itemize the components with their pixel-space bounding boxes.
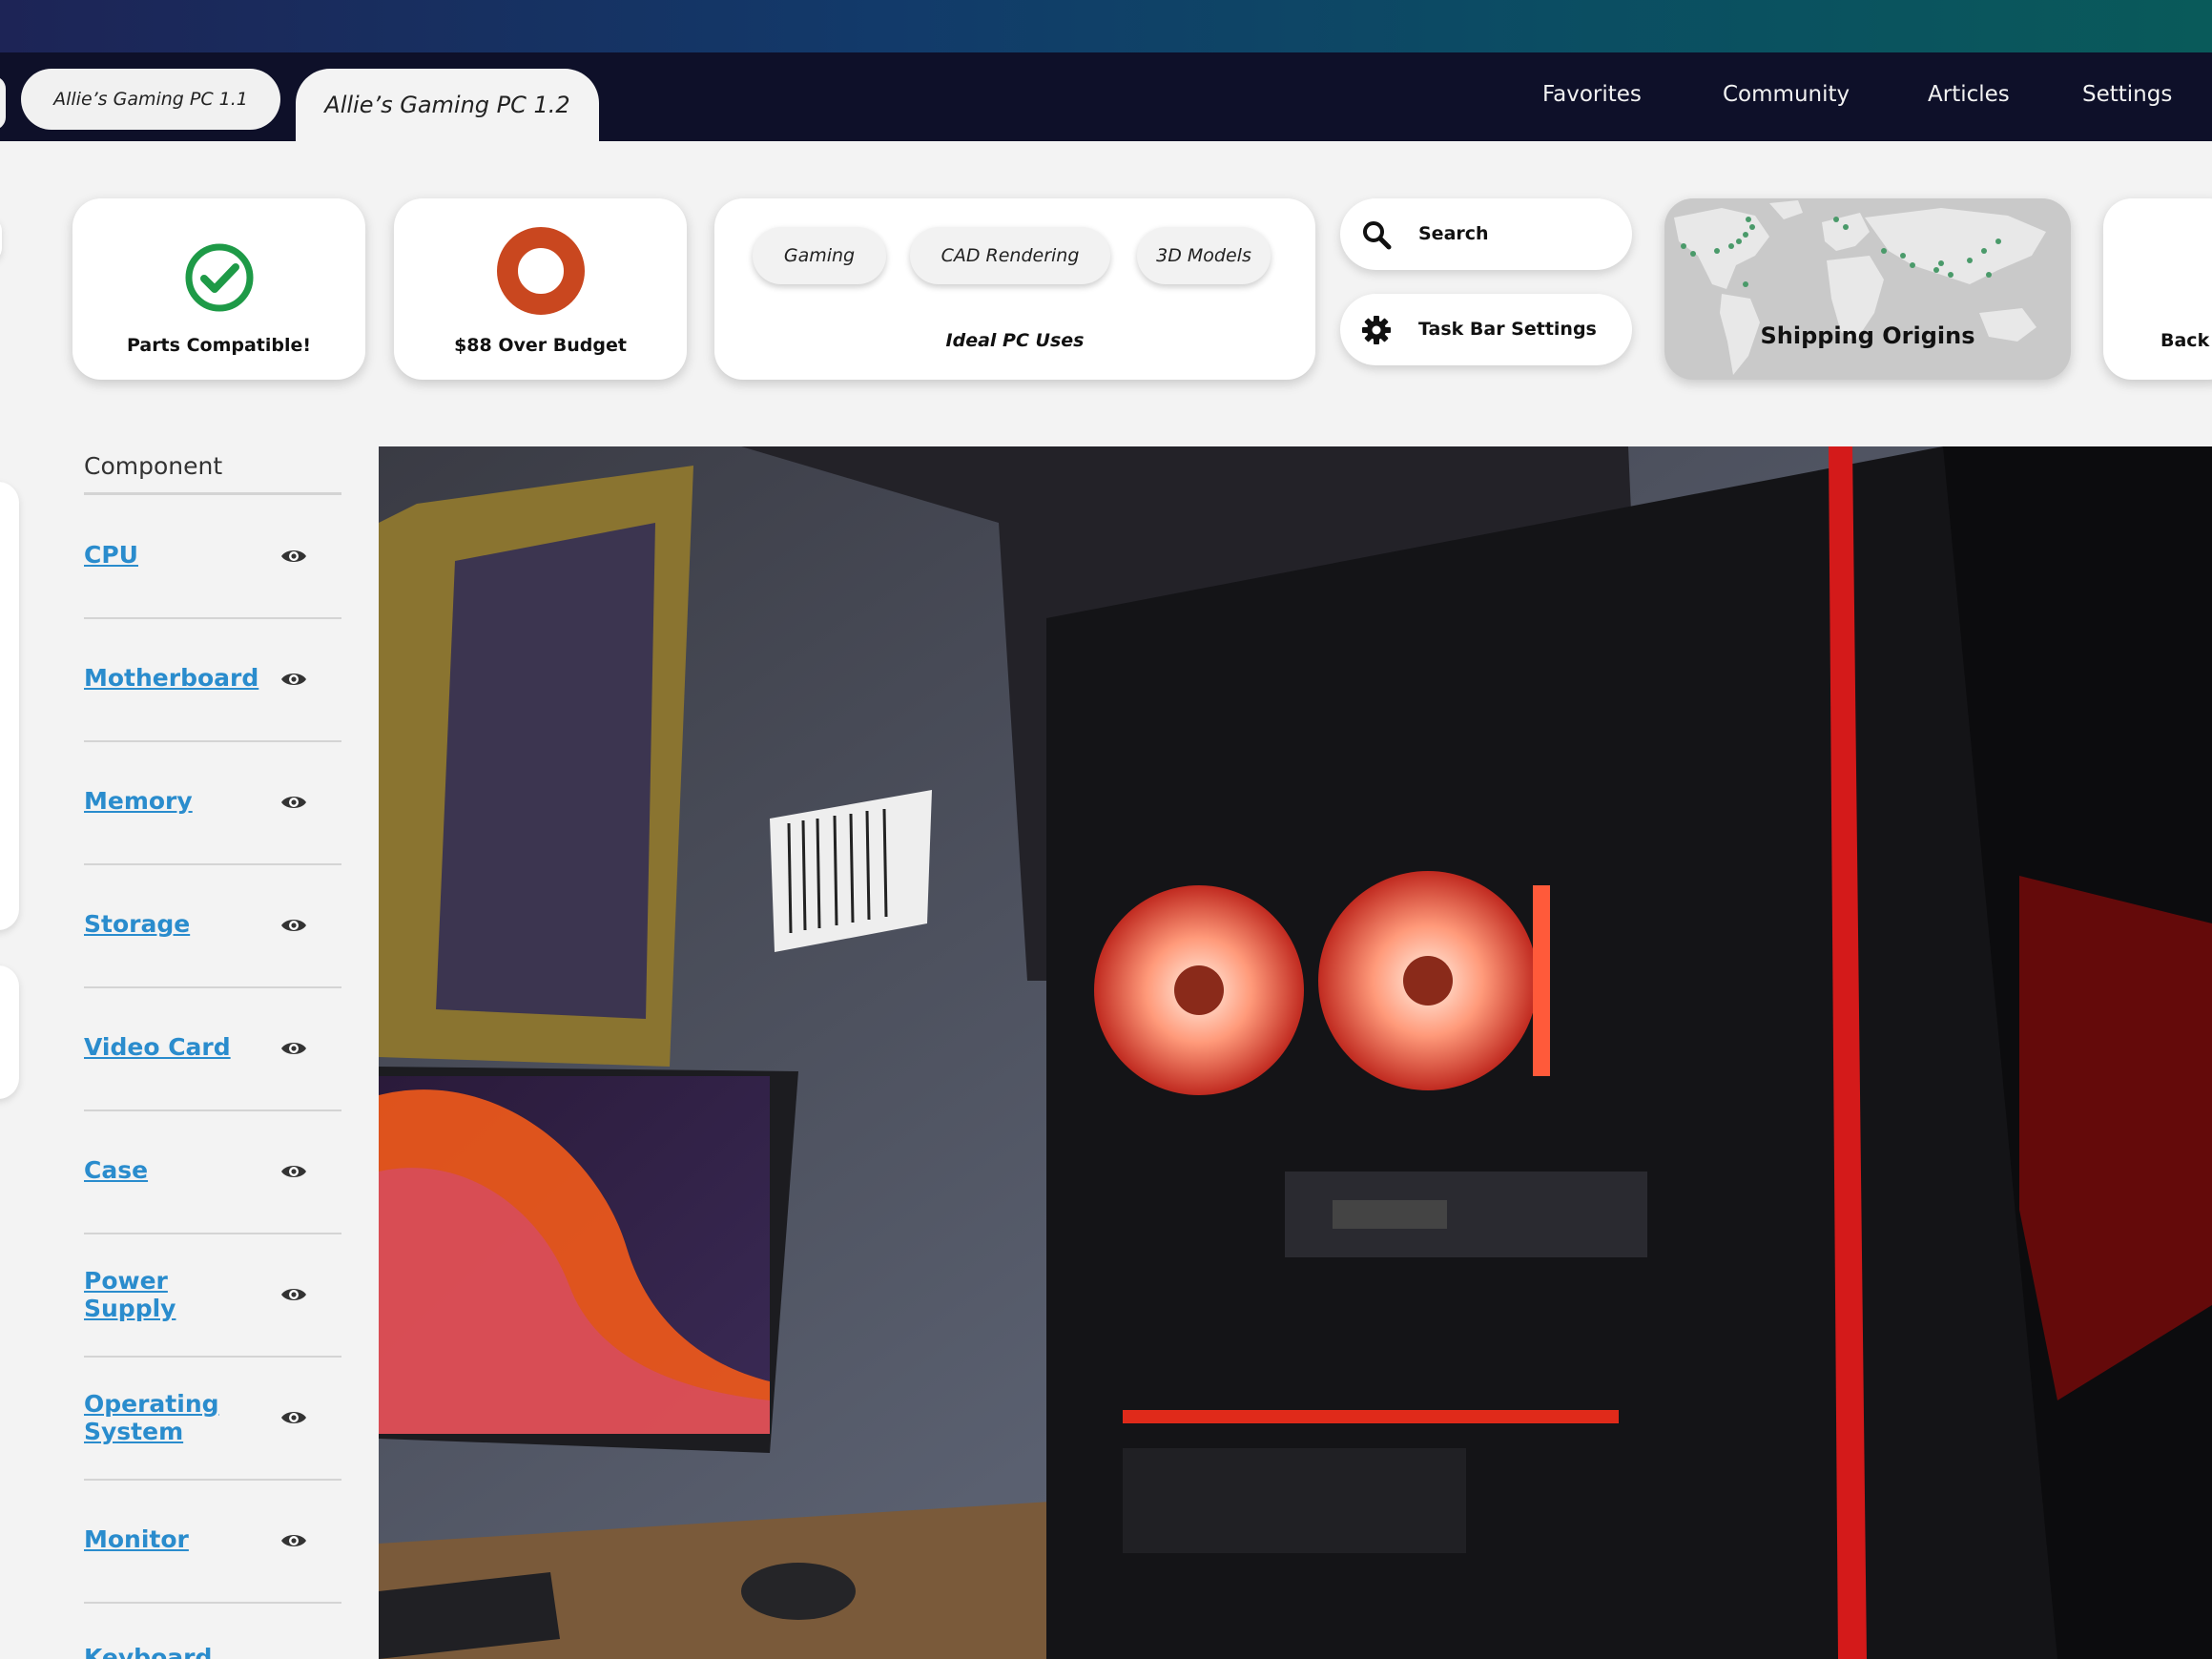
eye-icon[interactable] [280,1408,307,1427]
component-link-case[interactable]: Case [84,1156,256,1184]
world-map-image [1674,200,2046,375]
budget-label: $88 Over Budget [454,335,627,356]
eye-icon[interactable] [280,670,307,689]
use-tag-label: 3D Models [1156,245,1251,266]
tab-overflow-left[interactable] [0,76,6,130]
component-link-storage[interactable]: Storage [84,910,256,938]
ideal-uses-label: Ideal PC Uses [945,330,1085,351]
nav-articles[interactable]: Articles [1928,82,2010,107]
component-row-memory: Memory [84,740,341,865]
eye-icon[interactable] [280,1531,307,1550]
search-label: Search [1418,223,1489,244]
parts-compatible-card[interactable]: Parts Compatible! [72,198,365,380]
component-link-power-supply[interactable]: Power Supply [84,1267,227,1322]
collapsed-panel-left[interactable] [0,482,19,930]
check-circle-icon [185,243,254,312]
parts-compatible-label: Parts Compatible! [126,335,312,356]
tab-label: Allie’s Gaming PC 1.2 [324,92,570,118]
component-header: Component [84,452,223,480]
shipping-origins-label: Shipping Origins [1760,322,1975,349]
pc-build-render-image [379,446,2212,1659]
component-row-motherboard: Motherboard [84,617,341,742]
eye-icon[interactable] [280,1285,307,1304]
component-row-keyboard: Keyboard [84,1602,341,1659]
card-overflow-left[interactable] [0,218,2,261]
component-row-power-supply: Power Supply [84,1233,341,1358]
nav-community[interactable]: Community [1723,82,1850,107]
task-bar-settings-label: Task Bar Settings [1418,319,1597,340]
component-link-operating-system[interactable]: Operating System [84,1390,227,1445]
search-icon [1363,221,1392,250]
search-button[interactable]: Search [1340,198,1632,270]
use-tag-gaming[interactable]: Gaming [753,227,886,284]
ideal-uses-card: Gaming CAD Rendering 3D Models Ideal PC … [714,198,1315,380]
component-row-monitor: Monitor [84,1479,341,1604]
tab-gaming-pc-1-2[interactable]: Allie’s Gaming PC 1.2 [296,69,599,141]
gear-icon [1362,316,1391,344]
component-link-motherboard[interactable]: Motherboard [84,664,258,692]
eye-icon[interactable] [280,1039,307,1058]
component-link-memory[interactable]: Memory [84,787,256,815]
shipping-origins-card[interactable]: Shipping Origins [1664,198,2071,380]
component-row-video-card: Video Card [84,986,341,1111]
tab-gaming-pc-1-1[interactable]: Allie’s Gaming PC 1.1 [21,69,280,130]
budget-ring-icon [497,227,585,315]
component-link-cpu[interactable]: CPU [84,541,256,569]
component-link-keyboard[interactable]: Keyboard [84,1644,256,1659]
component-row-storage: Storage [84,863,341,988]
nav-favorites[interactable]: Favorites [1542,82,1642,107]
component-row-case: Case [84,1109,341,1234]
eye-icon[interactable] [280,547,307,566]
top-gradient-bar [0,0,2212,52]
collapsed-panel-left-2[interactable] [0,965,19,1099]
use-tag-cad[interactable]: CAD Rendering [910,227,1110,284]
component-row-operating-system: Operating System [84,1356,341,1481]
back-label: Back [2160,330,2210,351]
component-row-cpu: CPU [84,494,341,619]
back-button[interactable]: Back [2103,198,2212,380]
budget-card[interactable]: $88 Over Budget [394,198,687,380]
eye-icon[interactable] [280,793,307,812]
eye-icon[interactable] [280,916,307,935]
eye-icon[interactable] [280,1162,307,1181]
task-bar-settings-button[interactable]: Task Bar Settings [1340,294,1632,365]
component-link-monitor[interactable]: Monitor [84,1525,256,1553]
use-tag-3d[interactable]: 3D Models [1137,227,1271,284]
nav-settings[interactable]: Settings [2082,82,2172,107]
tab-label: Allie’s Gaming PC 1.1 [53,89,248,110]
use-tag-label: CAD Rendering [941,245,1080,266]
component-link-video-card[interactable]: Video Card [84,1033,256,1061]
use-tag-label: Gaming [783,245,856,266]
